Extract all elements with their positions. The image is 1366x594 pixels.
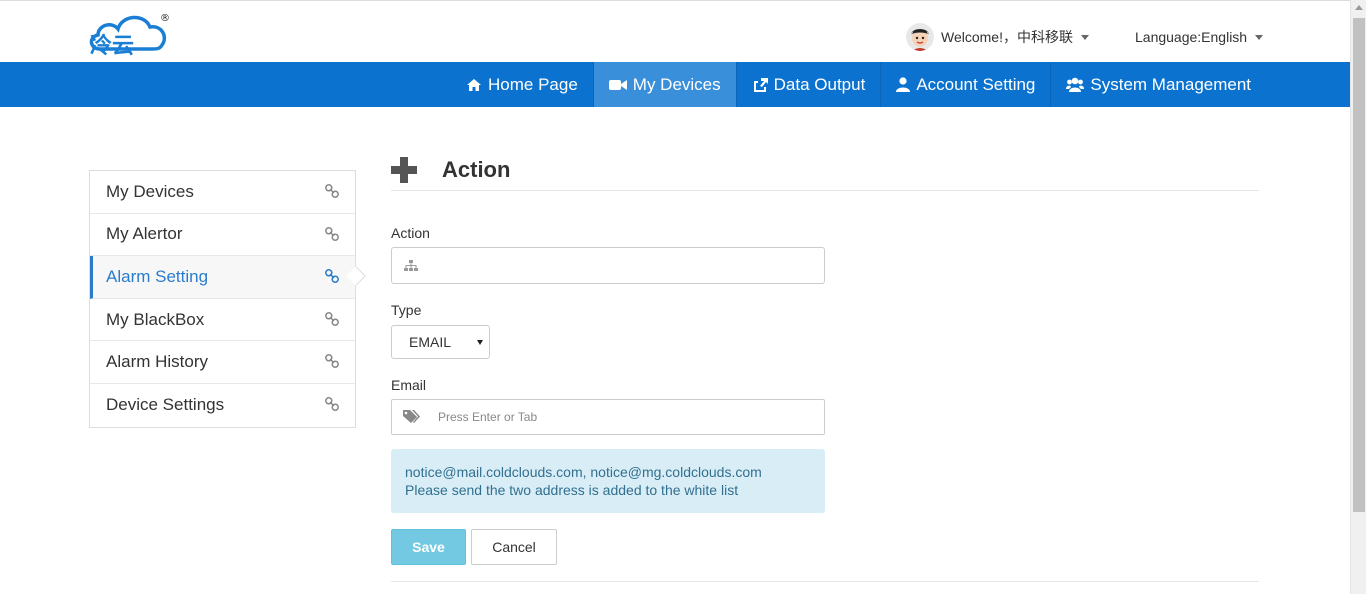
- registered-mark: ®: [160, 13, 170, 24]
- page-scrollbar[interactable]: [1350, 0, 1366, 594]
- email-tag-input[interactable]: Press Enter or Tab: [391, 399, 825, 435]
- export-icon: [753, 78, 768, 92]
- caret-down-icon: [1255, 34, 1264, 40]
- type-label: Type: [391, 302, 422, 318]
- type-value: EMAIL: [409, 334, 452, 350]
- nav-label: Account Setting: [916, 74, 1036, 94]
- nav-label: Data Output: [773, 74, 866, 94]
- language-selector[interactable]: Language:English: [1135, 23, 1264, 51]
- welcome-text: Welcome!，中科移联: [941, 29, 1073, 45]
- language-text: Language:English: [1135, 29, 1248, 45]
- nav-my-devices[interactable]: My Devices: [593, 62, 737, 107]
- sidebar-item-label: Alarm History: [106, 352, 209, 372]
- scroll-thumb[interactable]: [1353, 18, 1365, 512]
- caret-down-icon: [1080, 34, 1089, 40]
- scroll-up-icon[interactable]: [1355, 5, 1363, 10]
- tags-icon: [403, 410, 420, 423]
- cloud-logo-icon[interactable]: 冷云 ®: [86, 9, 176, 59]
- nav-label: My Devices: [632, 74, 721, 94]
- sidebar-item-label: My Devices: [106, 181, 194, 201]
- sidebar-item-label: My BlackBox: [106, 309, 205, 329]
- video-camera-icon: [608, 79, 627, 90]
- nav-system-management[interactable]: System Management: [1051, 62, 1266, 107]
- action-input[interactable]: [391, 247, 825, 284]
- type-select[interactable]: EMAIL: [391, 325, 490, 359]
- main-nav: Home Page My Devices Data Output Account…: [0, 62, 1350, 107]
- sidebar-item-label: Alarm Setting: [106, 266, 209, 286]
- sidebar: My Devices My Alertor Alarm Setting My B…: [89, 170, 366, 428]
- logo-text: 冷云: [90, 33, 134, 57]
- plus-icon: [391, 157, 417, 183]
- link-icon: [325, 397, 339, 411]
- sidebar-item-my-devices[interactable]: My Devices: [90, 171, 355, 214]
- action-label: Action: [391, 225, 430, 241]
- notice-instruction: Please send the two address is added to …: [405, 482, 739, 498]
- sidebar-item-label: Device Settings: [106, 395, 225, 415]
- section-header: Action: [391, 150, 1259, 191]
- nav-label: Home Page: [488, 74, 578, 94]
- nav-account-setting[interactable]: Account Setting: [881, 62, 1052, 107]
- nav-home-page[interactable]: Home Page: [451, 62, 594, 107]
- link-icon: [325, 226, 339, 241]
- nav-label: System Management: [1090, 74, 1252, 94]
- cancel-button[interactable]: Cancel: [471, 529, 557, 565]
- sidebar-item-alarm-setting[interactable]: Alarm Setting: [90, 256, 366, 299]
- home-icon: [467, 78, 481, 91]
- link-icon: [325, 184, 339, 198]
- users-icon: [1066, 77, 1085, 92]
- whitelist-notice: notice@mail.coldclouds.com, notice@mg.co…: [391, 449, 825, 513]
- action-form: Action Action Type EMAIL Email Press Ent…: [391, 150, 1259, 582]
- sidebar-item-my-alertor[interactable]: My Alertor: [90, 214, 355, 257]
- link-icon: [325, 311, 339, 326]
- sitemap-icon: [404, 260, 418, 271]
- nav-data-output[interactable]: Data Output: [737, 62, 882, 107]
- email-label: Email: [391, 377, 427, 393]
- top-header: 冷云 ® Welcome!，中科移联 Language:English: [0, 0, 1350, 62]
- avatar: [906, 23, 934, 51]
- email-placeholder: Press Enter or Tab: [438, 410, 538, 424]
- active-pointer: [346, 266, 366, 287]
- page-title: Action: [442, 157, 511, 182]
- divider: [391, 581, 1259, 582]
- save-button[interactable]: Save: [391, 529, 466, 565]
- sidebar-item-device-settings[interactable]: Device Settings: [90, 384, 355, 427]
- sidebar-item-label: My Alertor: [106, 224, 183, 244]
- sidebar-item-my-blackbox[interactable]: My BlackBox: [90, 299, 355, 342]
- user-icon: [896, 77, 911, 92]
- sidebar-item-alarm-history[interactable]: Alarm History: [90, 341, 355, 384]
- caret-down-icon: [477, 340, 483, 345]
- link-icon: [325, 354, 339, 369]
- link-icon: [325, 269, 339, 284]
- notice-addresses: notice@mail.coldclouds.com, notice@mg.co…: [405, 464, 762, 480]
- user-menu[interactable]: Welcome!，中科移联: [906, 23, 1089, 51]
